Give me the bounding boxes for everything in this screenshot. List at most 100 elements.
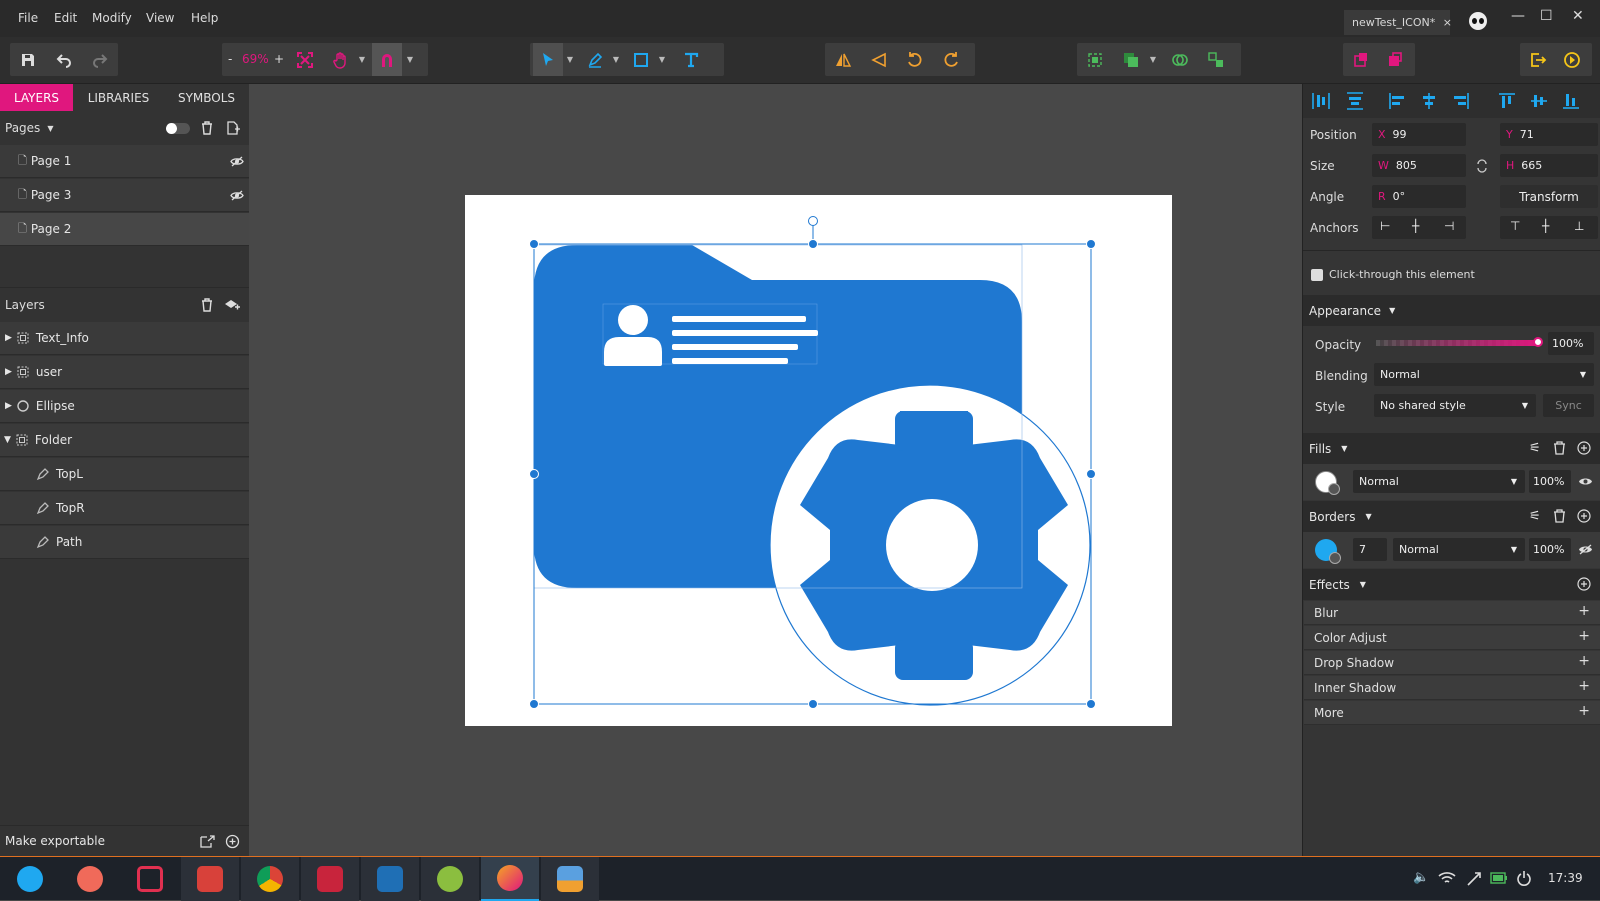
chevron-down-icon: ▼: [1521, 401, 1528, 410]
design-app-icon: [497, 865, 523, 891]
border-hidden-eye-icon[interactable]: [1578, 544, 1593, 555]
alignment-toolbar: [1303, 84, 1600, 118]
align-top-icon[interactable]: [1497, 91, 1517, 111]
volume-icon[interactable]: 🔈: [1413, 870, 1429, 885]
x-label: X: [1378, 128, 1386, 141]
fill-blend-value: Normal: [1359, 475, 1399, 488]
click-through-checkbox[interactable]: [1311, 269, 1323, 281]
border-blend-value: Normal: [1399, 543, 1439, 556]
design-app-button[interactable]: [481, 857, 539, 901]
add-border-icon[interactable]: [1577, 509, 1591, 523]
eyedropper-icon[interactable]: [1329, 552, 1341, 564]
app-menu-button[interactable]: [1, 857, 59, 901]
add-effect-plus-icon[interactable]: +: [1578, 603, 1590, 619]
chevron-down-icon: ▼: [1510, 545, 1517, 554]
x-value: 99: [1392, 128, 1407, 141]
fill-settings-icon[interactable]: ⚟: [1529, 441, 1541, 456]
screen-recorder-icon: [77, 866, 103, 892]
add-fill-icon[interactable]: [1577, 441, 1591, 455]
screen-recorder-button[interactable]: [61, 857, 119, 901]
align-bottom-icon[interactable]: [1561, 91, 1581, 111]
eyedropper-icon[interactable]: [1328, 483, 1340, 495]
border-row: 7 Normal ▼ 100%: [1303, 532, 1600, 568]
border-settings-icon[interactable]: ⚟: [1529, 509, 1541, 524]
border-width-input[interactable]: 7: [1353, 538, 1387, 561]
fill-color-swatch[interactable]: [1315, 471, 1340, 495]
anchor-bottom-icon[interactable]: ⊥: [1574, 219, 1584, 233]
opacity-thumb[interactable]: [1533, 337, 1543, 347]
text-line: [672, 358, 788, 364]
width-field[interactable]: W 805: [1372, 154, 1466, 177]
blending-label: Blending: [1315, 369, 1368, 383]
add-effect-icon[interactable]: [1577, 577, 1591, 591]
borders-header[interactable]: Borders ▼ ⚟: [1303, 501, 1600, 532]
power-icon[interactable]: [1516, 870, 1532, 886]
anchor-right-icon[interactable]: ⊣: [1444, 219, 1454, 233]
wifi-icon[interactable]: [1438, 871, 1456, 885]
pdf-reader-button[interactable]: [181, 857, 239, 901]
add-effect-plus-icon[interactable]: +: [1578, 653, 1590, 669]
effect-inner-shadow[interactable]: Inner Shadow +: [1304, 676, 1600, 700]
y-label: Y: [1506, 128, 1513, 141]
fill-blend-select[interactable]: Normal ▼: [1353, 470, 1525, 493]
delete-border-icon[interactable]: [1553, 509, 1566, 523]
height-field[interactable]: H 665: [1500, 154, 1598, 177]
anchor-middle-icon[interactable]: ┼: [1542, 219, 1549, 233]
effect-blur[interactable]: Blur +: [1304, 601, 1600, 625]
crop-tool-button[interactable]: [121, 857, 179, 901]
effects-header[interactable]: Effects ▼: [1303, 569, 1600, 600]
align-left-icon[interactable]: [1387, 91, 1407, 111]
vscode-button[interactable]: [361, 857, 419, 901]
w-value: 805: [1395, 159, 1417, 172]
align-center-icon[interactable]: [1419, 91, 1439, 111]
image-viewer-button[interactable]: [541, 857, 599, 901]
blending-select[interactable]: Normal ▼: [1374, 363, 1594, 386]
y-field[interactable]: Y 71: [1500, 123, 1598, 146]
chevron-down-icon: ▼: [1579, 370, 1586, 379]
effect-drop-shadow[interactable]: Drop Shadow +: [1304, 651, 1600, 675]
chrome-button[interactable]: [241, 857, 299, 901]
border-opacity-input[interactable]: 100%: [1529, 538, 1571, 561]
rotation-handle: [808, 216, 818, 226]
opacity-label: Opacity: [1315, 338, 1362, 352]
border-blend-select[interactable]: Normal ▼: [1393, 538, 1525, 561]
battery-icon[interactable]: [1490, 872, 1508, 884]
style-select[interactable]: No shared style ▼: [1374, 394, 1536, 417]
qgis-button[interactable]: [421, 857, 479, 901]
add-effect-plus-icon[interactable]: +: [1578, 628, 1590, 644]
anchor-left-icon[interactable]: ⊢: [1380, 219, 1390, 233]
x-field[interactable]: X 99: [1372, 123, 1466, 146]
click-through-label: Click-through this element: [1329, 268, 1475, 281]
pdf-reader-icon: [197, 866, 223, 892]
lock-ratio-icon[interactable]: [1475, 158, 1489, 174]
add-effect-plus-icon[interactable]: +: [1578, 678, 1590, 694]
anchor-top-icon[interactable]: ⊤: [1510, 219, 1520, 233]
effect-more[interactable]: More +: [1304, 701, 1600, 725]
fill-opacity-input[interactable]: 100%: [1529, 470, 1571, 493]
effect-color-adjust[interactable]: Color Adjust +: [1304, 626, 1600, 650]
effect-label: Drop Shadow: [1314, 655, 1395, 670]
terminal-button[interactable]: [301, 857, 359, 901]
align-middle-icon[interactable]: [1529, 91, 1549, 111]
appearance-header[interactable]: Appearance ▼: [1303, 295, 1600, 326]
sync-button[interactable]: Sync: [1543, 394, 1594, 417]
fill-row: Normal ▼ 100%: [1303, 464, 1600, 500]
fills-header[interactable]: Fills ▼ ⚟: [1303, 433, 1600, 464]
add-effect-plus-icon[interactable]: +: [1578, 703, 1590, 719]
border-color-swatch[interactable]: [1315, 539, 1341, 564]
distribute-horizontal-icon[interactable]: [1311, 91, 1331, 111]
delete-fill-icon[interactable]: [1553, 441, 1566, 455]
network-icon[interactable]: [1466, 871, 1482, 887]
anchor-center-icon[interactable]: ┼: [1412, 219, 1419, 233]
opacity-input[interactable]: 100%: [1548, 332, 1594, 355]
transform-button[interactable]: Transform: [1500, 185, 1598, 208]
opacity-slider[interactable]: [1376, 337, 1543, 347]
effect-label: Inner Shadow: [1314, 680, 1397, 695]
align-right-icon[interactable]: [1451, 91, 1471, 111]
w-label: W: [1378, 159, 1389, 172]
chevron-down-icon: ▼: [1359, 580, 1366, 589]
fill-visible-eye-icon[interactable]: [1578, 476, 1593, 487]
anchors-label: Anchors: [1310, 221, 1359, 235]
rotation-field[interactable]: R 0°: [1372, 185, 1466, 208]
distribute-vertical-icon[interactable]: [1345, 91, 1365, 111]
